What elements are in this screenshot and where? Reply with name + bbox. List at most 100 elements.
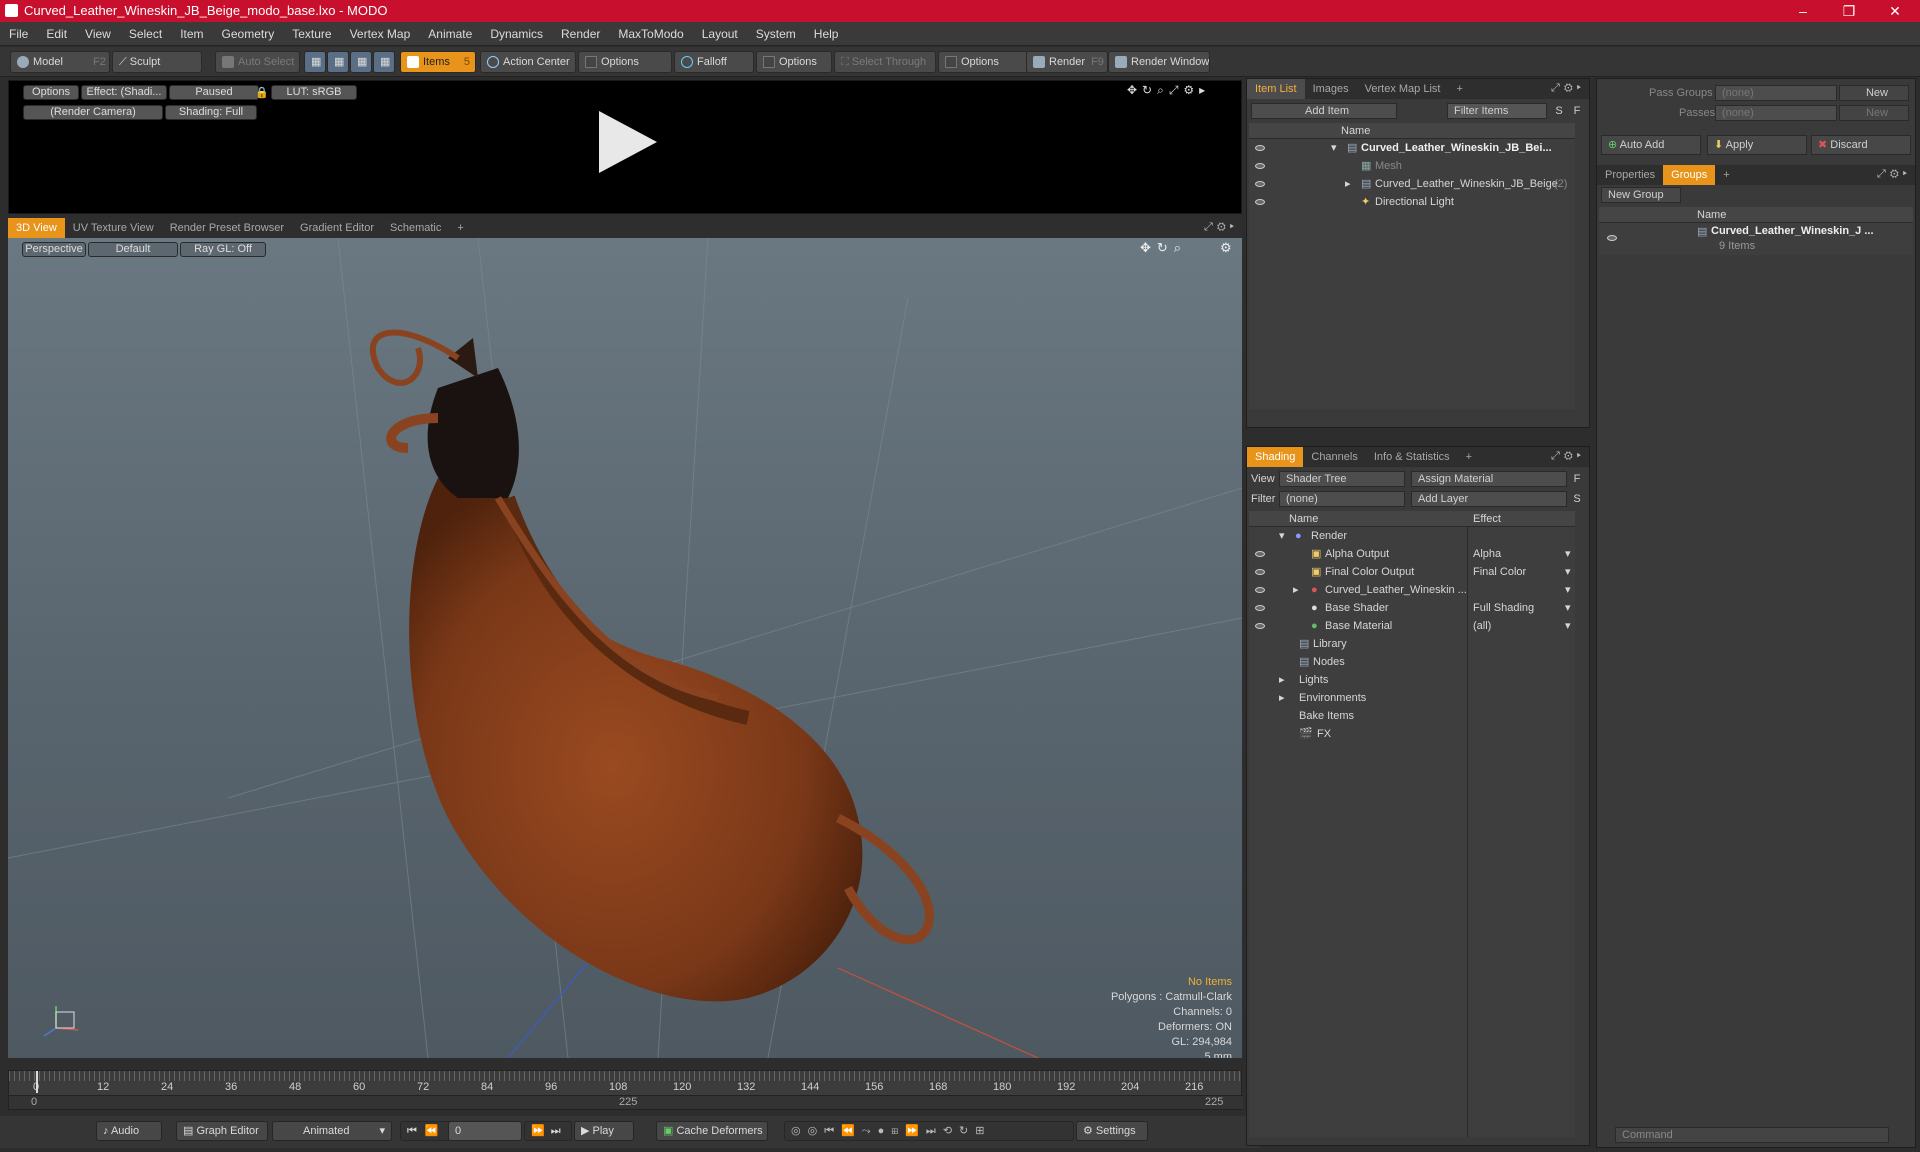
command-input[interactable]: Command xyxy=(1615,1127,1889,1143)
menu-file[interactable]: File xyxy=(0,22,37,46)
filter-dropdown[interactable]: (none) xyxy=(1279,491,1405,507)
assign-material-button[interactable]: Assign Material xyxy=(1411,471,1567,487)
play-icon[interactable] xyxy=(591,107,661,177)
eye-icon[interactable] xyxy=(1255,569,1265,575)
shader-row-nodes[interactable]: ▤ Nodes xyxy=(1249,653,1575,671)
menu-system[interactable]: System xyxy=(747,22,805,46)
new-pass-group-button[interactable]: New xyxy=(1839,85,1909,101)
lut-dropdown[interactable]: LUT: sRGB xyxy=(271,85,357,100)
shader-row-environments[interactable]: ▸ Environments xyxy=(1249,689,1575,707)
tab-schematic[interactable]: Schematic xyxy=(382,218,449,238)
select-materials-button[interactable]: ▦ xyxy=(373,51,395,73)
panel-expand-icons[interactable]: ⤢⚙▸ xyxy=(1877,168,1911,181)
viewport-nav-icons[interactable]: ✥↻⌕ xyxy=(1140,240,1187,256)
auto-select-button[interactable]: Auto Select xyxy=(215,51,300,73)
add-layer-dropdown[interactable]: Add Layer xyxy=(1411,491,1567,507)
add-tab-button[interactable]: + xyxy=(1448,79,1470,99)
menu-layout[interactable]: Layout xyxy=(693,22,747,46)
eye-icon[interactable] xyxy=(1255,163,1265,169)
3d-viewport[interactable]: Perspective Default Ray GL: Off ✥↻⌕ ⚙ No… xyxy=(8,238,1242,1058)
close-button[interactable]: ✕ xyxy=(1872,0,1918,22)
tab-uv-texture-view[interactable]: UV Texture View xyxy=(65,218,162,238)
add-tab-button[interactable]: + xyxy=(1715,165,1737,185)
viewport-gear-icon[interactable]: ⚙ xyxy=(1220,240,1232,256)
audio-button[interactable]: ♪ Audio xyxy=(96,1121,162,1141)
tab-3d-view[interactable]: 3D View xyxy=(8,218,65,238)
pass-groups-dropdown[interactable]: (none) xyxy=(1715,85,1837,101)
menu-maxtomodo[interactable]: MaxToModo xyxy=(609,22,692,46)
menu-dynamics[interactable]: Dynamics xyxy=(481,22,552,46)
eye-icon[interactable] xyxy=(1255,587,1265,593)
tab-gradient-editor[interactable]: Gradient Editor xyxy=(292,218,382,238)
eye-icon[interactable] xyxy=(1255,551,1265,557)
transport-forward-buttons[interactable]: ⏩⏭ xyxy=(524,1121,572,1141)
viewport-expand-icons[interactable]: ⤢⚙▸ xyxy=(1204,221,1238,234)
key-tools-strip[interactable]: ◎◎⏮⏪⤳●⊞⏩⏭⟲↻⊞ xyxy=(784,1121,1074,1141)
raygl-dropdown[interactable]: Ray GL: Off xyxy=(180,242,266,257)
select-edges-button[interactable]: ▦ xyxy=(327,51,349,73)
settings-button[interactable]: ⚙ Settings xyxy=(1076,1121,1148,1141)
item-row-wineskin[interactable]: ▸ ▤ Curved_Leather_Wineskin_JB_Beige (2) xyxy=(1249,175,1575,193)
perspective-dropdown[interactable]: Perspective xyxy=(22,242,86,257)
tab-item-list[interactable]: Item List xyxy=(1247,79,1305,99)
timeline-playhead[interactable] xyxy=(36,1071,38,1093)
shader-row-base-shader[interactable]: ● Base Shader Full Shading ▾ xyxy=(1249,599,1575,617)
menu-geometry[interactable]: Geometry xyxy=(213,22,284,46)
panel-expand-icons[interactable]: ⤢⚙▸ xyxy=(1551,450,1585,463)
wineskin-model[interactable] xyxy=(358,298,1018,1038)
menu-item[interactable]: Item xyxy=(171,22,212,46)
tab-properties[interactable]: Properties xyxy=(1597,165,1663,185)
model-mode-button[interactable]: Model F2 xyxy=(10,51,110,73)
menu-texture[interactable]: Texture xyxy=(283,22,340,46)
shader-row-material-group[interactable]: ▸ ● Curved_Leather_Wineskin ... ▾ xyxy=(1249,581,1575,599)
new-group-button[interactable]: New Group xyxy=(1601,187,1681,203)
shader-row-fx[interactable]: 🎬 FX xyxy=(1249,725,1575,743)
item-row-scene[interactable]: ▾ ▤ Curved_Leather_Wineskin_JB_Bei... xyxy=(1249,139,1575,157)
preview-nav-icons[interactable]: ✥↻⌕⤢⚙▸ xyxy=(1127,83,1210,98)
menu-render[interactable]: Render xyxy=(552,22,609,46)
menu-view[interactable]: View xyxy=(76,22,120,46)
eye-icon[interactable] xyxy=(1255,199,1265,205)
tab-render-preset-browser[interactable]: Render Preset Browser xyxy=(162,218,292,238)
shading-dropdown[interactable]: Shading: Full xyxy=(165,105,257,120)
maximize-button[interactable]: ❐ xyxy=(1826,0,1872,22)
render-window-button[interactable]: Render Window xyxy=(1108,51,1210,73)
render-button[interactable]: Render F9 xyxy=(1026,51,1108,73)
eye-icon[interactable] xyxy=(1607,235,1617,241)
expand-triangle-icon[interactable]: ▸ xyxy=(1345,175,1351,193)
expand-triangle-icon[interactable]: ▾ xyxy=(1331,139,1337,157)
graph-editor-button[interactable]: ▤ Graph Editor xyxy=(176,1121,268,1141)
shader-row-base-material[interactable]: ● Base Material (all) ▾ xyxy=(1249,617,1575,635)
item-row-light[interactable]: ✦ Directional Light xyxy=(1249,193,1575,211)
chevron-down-icon[interactable]: ▾ xyxy=(1565,581,1571,599)
shader-row-render[interactable]: ▾ ● Render xyxy=(1249,527,1575,545)
add-tab-button[interactable]: + xyxy=(1458,447,1480,467)
chevron-down-icon[interactable]: ▾ xyxy=(1565,599,1571,617)
cache-deformers-button[interactable]: ▣ Cache Deformers xyxy=(656,1121,768,1141)
tab-images[interactable]: Images xyxy=(1305,79,1357,99)
select-vertices-button[interactable]: ▦ xyxy=(304,51,326,73)
shader-effect[interactable]: Full Shading xyxy=(1473,599,1534,617)
select-through-options-button[interactable]: Options xyxy=(938,51,1028,73)
menu-help[interactable]: Help xyxy=(805,22,848,46)
passes-dropdown[interactable]: (none) xyxy=(1715,105,1837,121)
play-button[interactable]: ▶ Play xyxy=(574,1121,634,1141)
item-list-tree[interactable]: ▾ ▤ Curved_Leather_Wineskin_JB_Bei... ▦ Mes… xyxy=(1249,139,1575,409)
falloff-options-button[interactable]: Options xyxy=(756,51,832,73)
lock-icon[interactable]: 🔒 xyxy=(255,86,269,99)
chevron-down-icon[interactable]: ▾ xyxy=(1565,563,1571,581)
animated-dropdown[interactable]: Animated ▾ xyxy=(272,1121,392,1141)
timeline[interactable]: 0 12 24 36 48 60 72 84 96 108 120 132 144 156 168 180 19… xyxy=(8,1070,1243,1110)
preview-effect-dropdown[interactable]: Effect: (Shadi... xyxy=(81,85,167,100)
f-button[interactable]: F xyxy=(1569,472,1585,486)
view-dropdown[interactable]: Shader Tree xyxy=(1279,471,1405,487)
tab-vertex-map-list[interactable]: Vertex Map List xyxy=(1357,79,1449,99)
shader-effect[interactable]: Alpha xyxy=(1473,545,1501,563)
tab-info-statistics[interactable]: Info & Statistics xyxy=(1366,447,1458,467)
expand-triangle-icon[interactable]: ▸ xyxy=(1279,689,1285,707)
chevron-down-icon[interactable]: ▾ xyxy=(1565,545,1571,563)
eye-icon[interactable] xyxy=(1255,181,1265,187)
preview-paused-toggle[interactable]: Paused xyxy=(169,85,259,100)
tab-channels[interactable]: Channels xyxy=(1303,447,1365,467)
panel-expand-icons[interactable]: ⤢⚙▸ xyxy=(1551,82,1585,95)
